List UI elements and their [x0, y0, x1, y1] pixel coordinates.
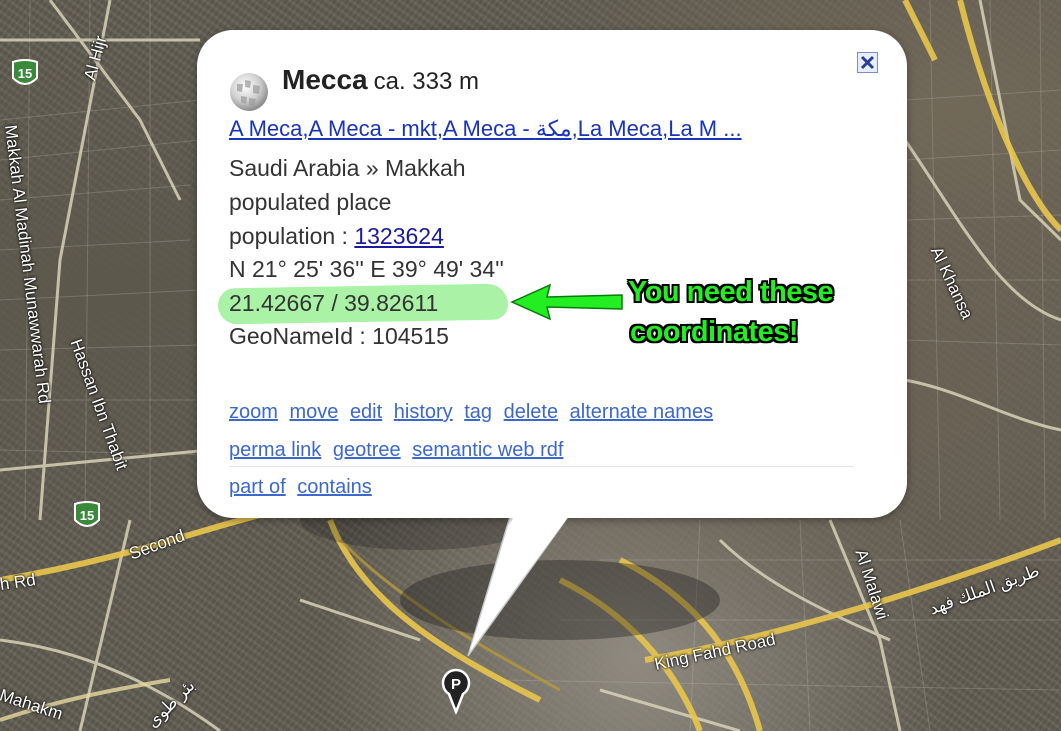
feature-class-text: populated place: [229, 189, 392, 215]
wikipedia-globe-icon: [229, 72, 269, 112]
place-name: Mecca: [282, 64, 368, 95]
highway-number: 15: [17, 66, 33, 81]
annotation-text: You need these coordinates!: [628, 272, 834, 352]
meta-links-row: perma link geotree semantic web rdf: [229, 439, 569, 462]
geotree-link[interactable]: geotree: [333, 439, 401, 461]
contains-link[interactable]: contains: [297, 476, 372, 498]
close-button[interactable]: [857, 52, 878, 73]
delete-link[interactable]: delete: [504, 401, 559, 423]
history-link[interactable]: history: [394, 401, 453, 423]
perma-link[interactable]: perma link: [229, 439, 321, 461]
highway-shield-icon: 15: [10, 58, 40, 90]
location-text: Saudi Arabia » Makkah: [229, 155, 466, 181]
alternate-names-action-link[interactable]: alternate names: [570, 401, 713, 423]
population-label: population :: [229, 223, 355, 249]
elevation: ca. 333 m: [373, 68, 480, 95]
close-icon: [860, 55, 875, 70]
highway-shield-icon: 15: [72, 500, 102, 532]
geonameid-text: GeoNameId : 104515: [229, 323, 449, 349]
zoom-link[interactable]: zoom: [229, 401, 278, 423]
decimal-coordinates: 21.42667 / 39.82611: [229, 290, 439, 316]
part-of-link[interactable]: part of: [229, 476, 286, 498]
action-links-row: zoom move edit history tag delete altern…: [229, 401, 719, 424]
callout-arrow-icon: [510, 283, 623, 321]
move-link[interactable]: move: [289, 401, 338, 423]
population-link[interactable]: 1323624: [354, 223, 444, 249]
hierarchy-links-row: part of contains: [229, 476, 378, 499]
edit-link[interactable]: edit: [350, 401, 382, 423]
alternate-names-link[interactable]: A Meca,A Meca - mkt,A Meca - مكة,La Meca…: [229, 116, 879, 142]
highway-number: 15: [79, 508, 95, 523]
semantic-web-rdf-link[interactable]: semantic web rdf: [412, 439, 563, 461]
marker-letter: P: [451, 676, 461, 693]
tag-link[interactable]: tag: [464, 401, 492, 423]
dms-coordinates: N 21° 25' 36'' E 39° 49' 34'': [229, 256, 504, 282]
annotation-line-2: coordinates!: [630, 316, 799, 348]
map-pin-icon[interactable]: P: [441, 668, 471, 714]
divider: [229, 466, 854, 467]
population-row: population : 1323624: [229, 223, 444, 250]
page-title: Mecca ca. 333 m: [282, 64, 479, 96]
annotation-line-1: You need these: [628, 276, 834, 308]
